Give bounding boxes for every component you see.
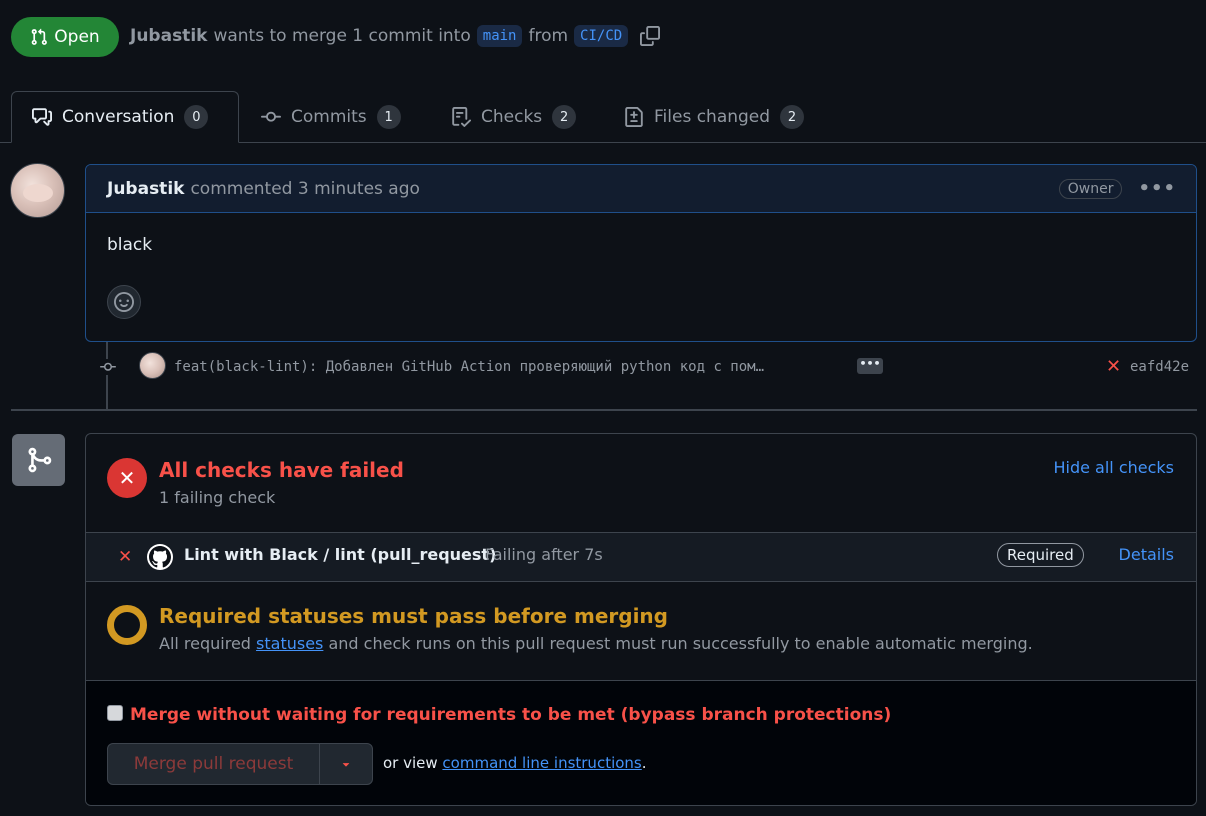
- bypass-checkbox[interactable]: [107, 705, 123, 721]
- avatar[interactable]: [10, 163, 65, 218]
- comment-header: Jubastik commented 3 minutes ago Owner •…: [86, 165, 1196, 213]
- requirements-text-after: and check runs on this pull request must…: [323, 634, 1033, 653]
- comment-options-button[interactable]: •••: [1138, 178, 1176, 199]
- tab-checks-count: 2: [552, 105, 577, 129]
- merge-button-group: Merge pull request: [107, 743, 373, 785]
- commit-message-link[interactable]: feat(black-lint): Добавлен GitHub Action…: [174, 356, 844, 378]
- tab-checks[interactable]: Checks 2: [431, 91, 596, 143]
- checks-subtitle: 1 failing check: [159, 488, 276, 507]
- git-commit-icon: [98, 359, 118, 375]
- checks-title: All checks have failed: [159, 458, 404, 482]
- git-pull-request-icon: [31, 28, 48, 45]
- checklist-icon: [452, 107, 471, 127]
- tab-checks-label: Checks: [481, 107, 543, 127]
- copy-icon: [640, 26, 661, 46]
- check-status-text: Failing after 7s: [485, 545, 603, 564]
- period-text: .: [641, 754, 647, 772]
- base-branch-label[interactable]: main: [476, 25, 523, 47]
- pr-headline: Jubastik wants to merge 1 commit into ma…: [130, 22, 662, 50]
- merge-method-dropdown[interactable]: [320, 744, 372, 784]
- comment-timestamp[interactable]: commented 3 minutes ago: [190, 179, 419, 199]
- requirements-text: All required statuses and check runs on …: [159, 634, 1033, 653]
- merge-section: Merge without waiting for requirements t…: [86, 680, 1196, 805]
- bypass-label[interactable]: Merge without waiting for requirements t…: [130, 705, 891, 725]
- statuses-link[interactable]: statuses: [256, 634, 323, 653]
- check-name: Lint with Black / lint (pull_request): [184, 545, 497, 564]
- requirements-text-before: All required: [159, 634, 257, 653]
- hide-all-checks-link[interactable]: Hide all checks: [1053, 458, 1174, 477]
- or-view-text: or view: [383, 754, 443, 772]
- github-icon: [147, 544, 173, 570]
- triangle-down-icon: [342, 763, 350, 767]
- timeline-divider: [11, 409, 1197, 411]
- merge-box: ✕ All checks have failed 1 failing check…: [85, 433, 1197, 806]
- timeline-line: [106, 342, 108, 410]
- git-commit-icon: [261, 111, 281, 122]
- tab-files-changed-label: Files changed: [654, 107, 771, 127]
- requirements-section: Required statuses must pass before mergi…: [86, 582, 1196, 680]
- from-text: from: [528, 26, 569, 46]
- tab-files-changed-count: 2: [780, 105, 805, 129]
- tab-files-changed[interactable]: Files changed 2: [604, 91, 824, 143]
- commit-sha-link[interactable]: eafd42e: [1130, 356, 1189, 378]
- tab-conversation-count: 0: [184, 105, 209, 129]
- head-branch-label[interactable]: CI/CD: [574, 25, 629, 47]
- commit-expand-button[interactable]: •••: [857, 358, 883, 374]
- pending-ring-icon: [107, 605, 147, 645]
- owner-badge: Owner: [1058, 178, 1123, 199]
- check-row: ✕ Lint with Black / lint (pull_request) …: [86, 532, 1196, 582]
- check-failed-icon: ✕: [118, 547, 133, 567]
- pr-state-label: Open: [54, 27, 100, 47]
- add-reaction-button[interactable]: [107, 285, 141, 319]
- git-merge-icon: [12, 434, 65, 486]
- merge-pull-request-button[interactable]: Merge pull request: [108, 744, 320, 784]
- cli-instructions: or view command line instructions.: [383, 754, 647, 772]
- tab-conversation-label: Conversation: [62, 107, 175, 127]
- comment-body: black: [107, 235, 153, 255]
- copy-branch-button[interactable]: [638, 24, 662, 48]
- pr-author-link[interactable]: Jubastik: [130, 26, 207, 46]
- comment-author-link[interactable]: Jubastik: [107, 179, 184, 199]
- command-line-instructions-link[interactable]: command line instructions: [442, 754, 641, 772]
- tab-commits-label: Commits: [291, 107, 367, 127]
- comment-discussion-icon: [32, 108, 52, 126]
- tab-conversation[interactable]: Conversation 0: [11, 91, 239, 143]
- checks-summary: ✕ All checks have failed 1 failing check…: [86, 434, 1196, 532]
- tab-commits[interactable]: Commits 1: [241, 91, 421, 143]
- pr-state-badge: Open: [11, 17, 119, 57]
- tab-commits-count: 1: [376, 105, 401, 129]
- comment-box: Jubastik commented 3 minutes ago Owner •…: [85, 164, 1197, 342]
- checks-failed-icon: ✕: [107, 458, 147, 498]
- commit-author-avatar[interactable]: [139, 352, 166, 379]
- required-badge: Required: [997, 543, 1084, 567]
- commit-failed-icon[interactable]: ✕: [1106, 357, 1124, 377]
- check-details-link[interactable]: Details: [1119, 545, 1174, 564]
- file-diff-icon: [625, 107, 643, 127]
- smiley-icon: [114, 292, 134, 312]
- requirements-title: Required statuses must pass before mergi…: [159, 604, 668, 628]
- pr-action-text: wants to merge 1 commit into: [213, 26, 471, 46]
